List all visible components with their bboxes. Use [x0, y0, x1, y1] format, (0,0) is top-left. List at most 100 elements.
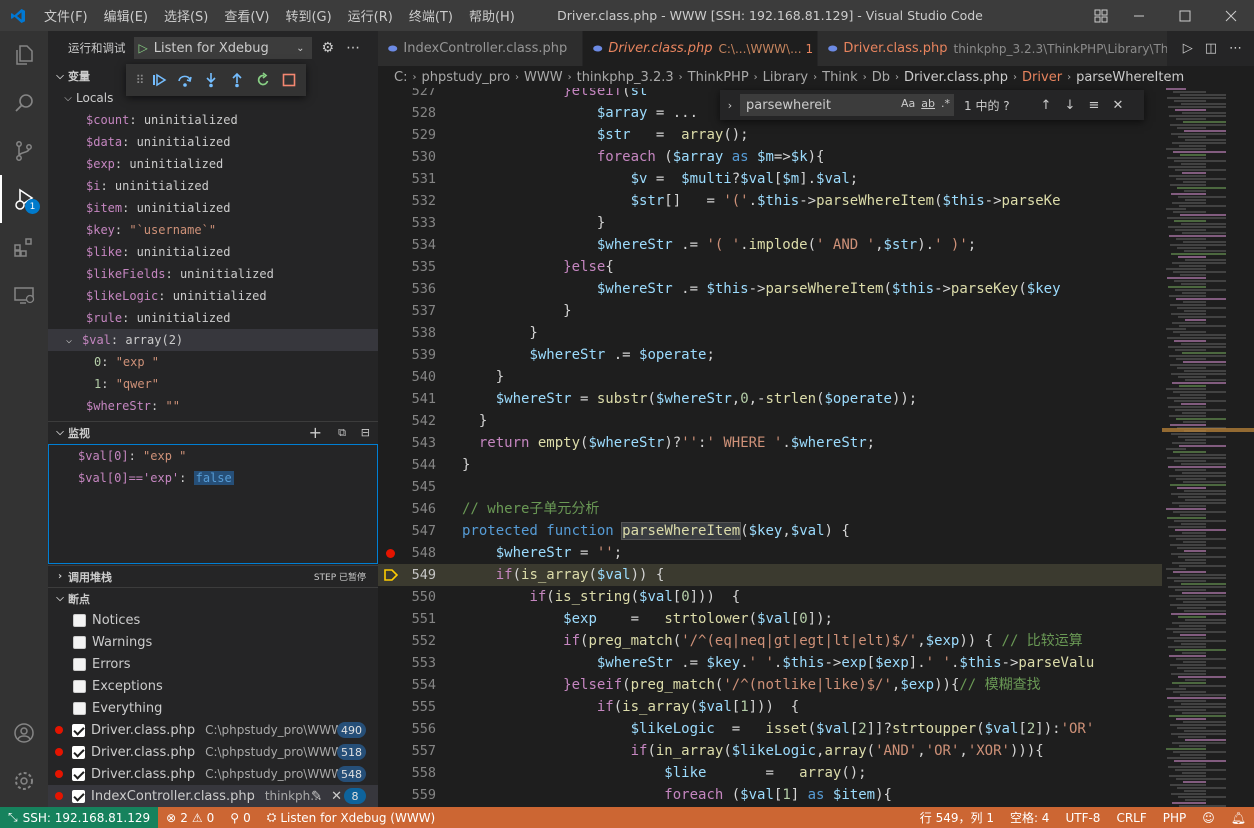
watch-section-header[interactable]: ⌵ 监视 + ⧉ ⊟ [48, 421, 378, 443]
code-line[interactable]: 559 foreach ($val[1] as $item){ [378, 784, 1162, 806]
tab-index-controller[interactable]: ⬬ IndexController.class.php [378, 31, 583, 66]
checkbox[interactable] [73, 657, 86, 671]
variable-row[interactable]: $i: uninitialized [48, 175, 378, 197]
step-into-icon[interactable] [198, 67, 224, 93]
breadcrumb-item[interactable]: Library [763, 70, 808, 85]
code-line[interactable]: 535 }else{ [378, 256, 1162, 278]
step-over-icon[interactable] [172, 67, 198, 93]
variable-row[interactable]: $data: uninitialized [48, 131, 378, 153]
code-line[interactable]: 540 } [378, 366, 1162, 388]
watch-item[interactable]: $val[0]=='exp': false [49, 467, 377, 489]
indentation[interactable]: 空格: 4 [1002, 809, 1058, 826]
explorer-icon[interactable] [0, 31, 48, 79]
code-line[interactable]: 555 if(is_array($val[1])) { [378, 696, 1162, 718]
add-expression-icon[interactable]: + [309, 423, 322, 442]
extensions-icon[interactable] [0, 223, 48, 271]
breakpoints-section-header[interactable]: ⌵ 断点 [48, 587, 378, 609]
toggle-replace-icon[interactable]: › [720, 99, 740, 112]
notifications-bell-icon[interactable]: 🔔︎ [1223, 811, 1254, 825]
ports-indicator[interactable]: ⚲ 0 [222, 811, 258, 825]
code-line[interactable]: 538 } [378, 322, 1162, 344]
breadcrumb-item[interactable]: Driver.class.php [904, 70, 1008, 85]
breadcrumb-item[interactable]: Driver [1022, 70, 1062, 85]
exception-breakpoint[interactable]: Exceptions [48, 675, 378, 697]
maximize-icon[interactable] [1162, 0, 1208, 31]
find-in-selection-icon[interactable]: ≡ [1082, 98, 1106, 113]
checkbox[interactable] [72, 767, 85, 781]
close-find-icon[interactable]: ✕ [1106, 98, 1130, 113]
array-item-row[interactable]: 0: "exp " [48, 351, 378, 373]
breakpoint-item[interactable]: Driver.class.php C:\phpstudy_pro\WWW\... 5… [48, 741, 378, 763]
encoding[interactable]: UTF-8 [1057, 811, 1108, 825]
whole-word-icon[interactable]: ab [921, 97, 935, 110]
code-line[interactable]: 530 foreach ($array as $m=>$k){ [378, 146, 1162, 168]
checkbox[interactable] [73, 635, 86, 649]
variable-row[interactable]: $key: "`username`" [48, 219, 378, 241]
manage-gear-icon[interactable] [0, 757, 48, 805]
checkbox[interactable] [73, 613, 86, 627]
menu-go[interactable]: 转到(G) [277, 6, 339, 25]
code-line[interactable]: 548 $whereStr = ''; [378, 542, 1162, 564]
remote-indicator[interactable]: ⤡ SSH: 192.168.81.129 [0, 807, 159, 828]
breadcrumb-item[interactable]: parseWhereItem [1076, 70, 1184, 85]
breakpoint-item[interactable]: IndexController.class.php thinkph... ✎ ✕ 8 [48, 785, 378, 807]
breadcrumb-item[interactable]: phpstudy_pro [421, 70, 510, 85]
more-actions-icon[interactable]: ⋯ [1229, 41, 1242, 56]
close-window-icon[interactable] [1208, 0, 1254, 31]
debug-session-indicator[interactable]: ⛭ Listen for Xdebug (WWW) [259, 810, 444, 825]
account-icon[interactable] [0, 709, 48, 757]
code-line[interactable]: 537 } [378, 300, 1162, 322]
remote-explorer-icon[interactable] [0, 271, 48, 319]
open-launch-json-gear-icon[interactable]: ⚙ [322, 40, 335, 56]
code-line[interactable]: 533 } [378, 212, 1162, 234]
breadcrumb-item[interactable]: WWW [524, 70, 563, 85]
code-line[interactable]: 558 $like = array(); [378, 762, 1162, 784]
code-line[interactable]: 529 $str = array(); [378, 124, 1162, 146]
checkbox[interactable] [72, 789, 85, 803]
variable-row[interactable]: $whereStr: "" [48, 395, 378, 417]
tab-driver-active[interactable]: ⬬ Driver.class.php C:\...\WWW\... 1 ✕ [583, 31, 818, 66]
menu-file[interactable]: 文件(F) [36, 6, 96, 25]
code-line[interactable]: 541 $whereStr = substr($whereStr,0,-strl… [378, 388, 1162, 410]
search-icon[interactable] [0, 79, 48, 127]
code-editor[interactable]: 527 }elseif(st 528 $array = ... 529 $str =… [378, 88, 1162, 807]
breadcrumb-item[interactable]: ThinkPHP [688, 70, 749, 85]
code-line[interactable]: 557 if(in_array($likeLogic,array('AND','… [378, 740, 1162, 762]
watch-panel[interactable]: $val[0]: "exp " $val[0]=='exp': false [48, 444, 378, 564]
variable-row[interactable]: $like: uninitialized [48, 241, 378, 263]
feedback-icon[interactable]: ☺ [1194, 811, 1223, 825]
breadcrumb-item[interactable]: Think [822, 70, 858, 85]
edit-breakpoint-icon[interactable]: ✎ [311, 789, 322, 804]
breadcrumb-item[interactable]: C: [394, 70, 407, 85]
exception-breakpoint[interactable]: Notices [48, 609, 378, 631]
line-endings[interactable]: CRLF [1108, 811, 1154, 825]
code-line[interactable]: 553 $whereStr .= $key.' '.$this->exp[$ex… [378, 652, 1162, 674]
breakpoint-item[interactable]: Driver.class.php C:\phpstudy_pro\WWW\... 5… [48, 763, 378, 785]
match-case-icon[interactable]: Aa [901, 97, 915, 110]
find-input[interactable]: parsewhereit Aa ab .* [740, 94, 954, 116]
run-file-icon[interactable]: ▷ [1183, 41, 1193, 56]
minimap[interactable] [1162, 88, 1254, 807]
code-line[interactable]: 547 protected function parseWhereItem($ke… [378, 520, 1162, 542]
collapse-all-icon[interactable]: ⊟ [361, 426, 370, 439]
code-line[interactable]: 546 // where子单元分析 [378, 498, 1162, 520]
exception-breakpoint[interactable]: Everything [48, 697, 378, 719]
remove-breakpoint-icon[interactable]: ✕ [331, 789, 342, 804]
checkbox[interactable] [72, 723, 85, 737]
code-line[interactable]: 534 $whereStr .= '( '.implode(' AND ',$s… [378, 234, 1162, 256]
variable-row[interactable]: $item: uninitialized [48, 197, 378, 219]
menu-help[interactable]: 帮助(H) [461, 6, 523, 25]
code-line[interactable]: 544} [378, 454, 1162, 476]
code-line[interactable]: 542 } [378, 410, 1162, 432]
exception-breakpoint[interactable]: Warnings [48, 631, 378, 653]
step-out-icon[interactable] [224, 67, 250, 93]
menu-terminal[interactable]: 终端(T) [401, 6, 461, 25]
run-debug-icon[interactable]: 1 [0, 175, 48, 223]
code-line[interactable]: 536 $whereStr .= $this->parseWhereItem($… [378, 278, 1162, 300]
code-line[interactable]: 556 $likeLogic = isset($val[2]]?strtoupp… [378, 718, 1162, 740]
tab-driver-2[interactable]: ⬬ Driver.class.php thinkphp_3.2.3\ThinkP… [818, 31, 1168, 66]
callstack-section-header[interactable]: › 调用堆栈 STEP 已暂停 [48, 565, 378, 587]
menu-view[interactable]: 查看(V) [216, 6, 277, 25]
stop-icon[interactable] [276, 67, 302, 93]
code-line[interactable]: 549 if(is_array($val)) { [378, 564, 1162, 586]
